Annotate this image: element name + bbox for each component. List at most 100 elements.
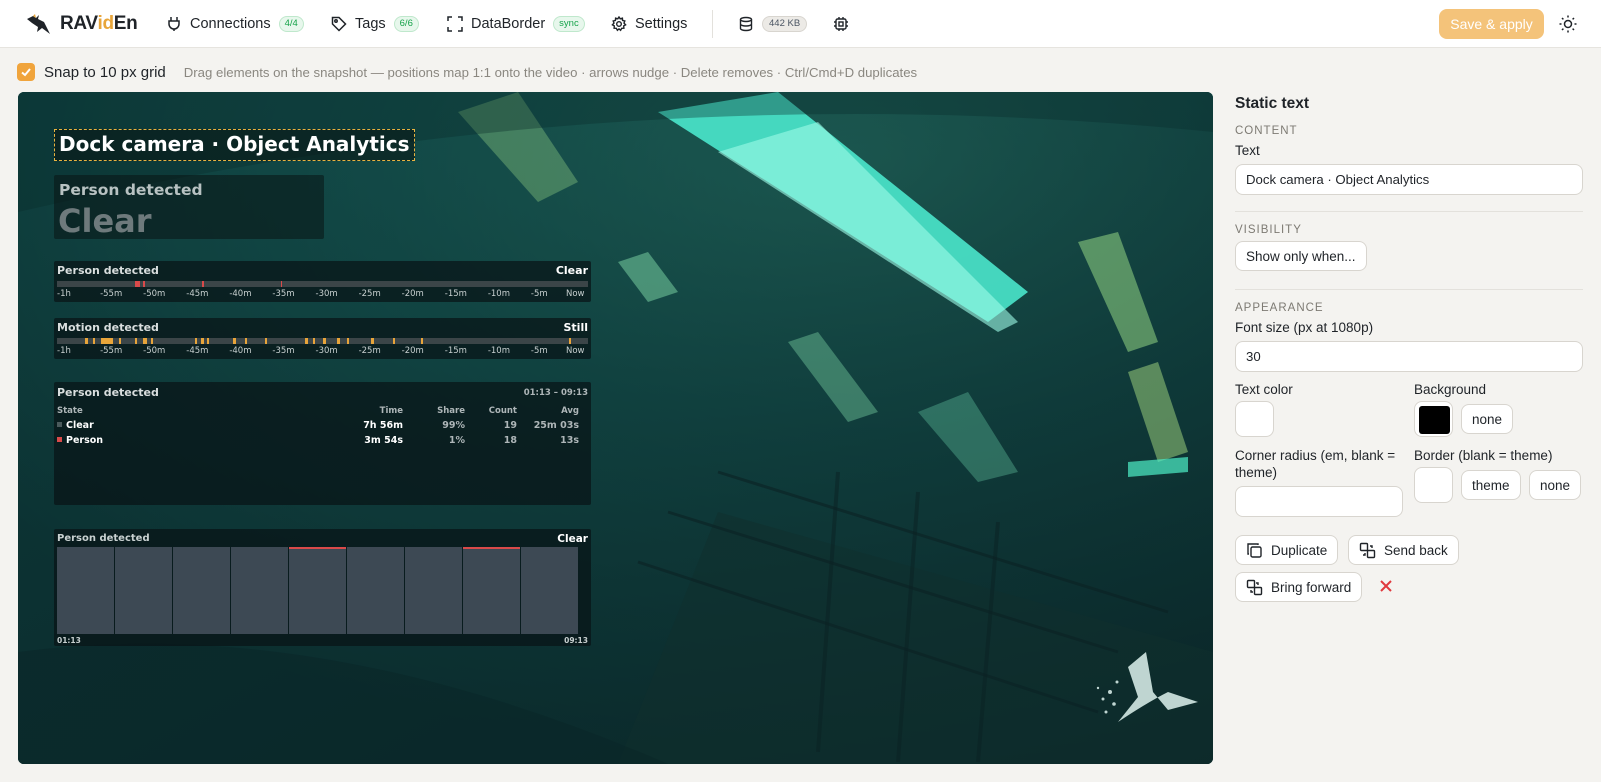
timeline-tick-label: -15m [444,289,467,299]
timeline-tick-label: -25m [358,346,381,356]
background-none-button[interactable]: none [1461,404,1514,434]
timeline-tick-label: -1h [57,289,71,299]
state-color-dot [57,422,62,427]
nav-connections[interactable]: Connections 4/4 [166,12,304,36]
stats-cell-count: 18 [503,435,517,446]
app-name: RAVidEn [60,13,138,34]
person-timeline-track [57,281,588,287]
overlay-title-text[interactable]: Dock camera · Object Analytics [54,129,415,161]
timeline-tick-label: -20m [401,289,424,299]
storage-indicator[interactable]: 442 KB [738,12,808,36]
timeline-tick-label: -1h [57,346,71,356]
motion-timeline-title: Motion detected [57,321,159,334]
person-timeline-state: Clear [555,264,588,277]
timeline-tick-label: -40m [229,346,252,356]
stats-table: State Time Share Count Avg Clear 7h 56m … [57,404,579,448]
visibility-section-label: VISIBILITY [1235,224,1302,236]
nav-settings[interactable]: Settings [611,12,687,36]
overlay-stats-table[interactable]: Person detected 01:13 – 09:13 State Time… [54,382,591,505]
send-back-icon [1359,542,1376,558]
stats-cell-avg: 13s [560,435,579,446]
bar-tile [57,547,114,634]
timeline-event-segment [305,338,308,344]
stats-cell-state: Person [57,433,207,448]
stats-cell-time: 3m 54s [364,435,403,446]
timeline-tick-label: -30m [315,346,338,356]
sun-icon[interactable] [1558,14,1578,34]
text-color-label: Text color [1235,382,1293,397]
databorder-badge: sync [553,16,585,32]
font-size-input[interactable]: 30 [1235,341,1583,372]
timeline-tick-label: -10m [487,346,510,356]
snap-label[interactable]: Snap to 10 px grid [44,64,166,81]
snap-hint: Drag elements on the snapshot — position… [183,64,918,80]
big-state-value: Clear [58,202,152,240]
brand[interactable]: RAVidEn [24,10,138,38]
border-none-button[interactable]: none [1529,470,1582,500]
background-color-swatch[interactable] [1414,401,1453,437]
bar-tile [115,547,172,634]
overlay-big-state[interactable]: Person detected Clear [54,175,324,240]
font-size-label: Font size (px at 1080p) [1235,320,1374,335]
text-color-swatch[interactable] [1235,401,1274,437]
show-only-when-button[interactable]: Show only when... [1235,241,1367,271]
delete-icon[interactable] [1378,578,1394,594]
timeline-event-segment [233,338,236,344]
overlay-person-timeline[interactable]: Person detected Clear -1h -55m -50m -45m -40… [54,261,591,302]
overlay-motion-timeline[interactable]: Motion detected Still -1h -55m -50m -45m -40… [54,318,591,359]
timeline-tick-label: Now [566,346,585,356]
timeline-tick-label: -5m [530,289,548,299]
bring-forward-button[interactable]: Bring forward [1235,572,1363,602]
stats-header: Time [379,406,403,416]
stats-header: Count [488,406,517,416]
timeline-event-segment [207,338,209,344]
stats-cell-avg: 25m 03s [533,420,579,431]
state-color-dot [57,437,62,442]
chip-button[interactable] [833,12,849,36]
timeline-event-segment [281,281,282,287]
gear-icon [611,16,627,32]
database-icon [739,16,753,32]
nav-tags[interactable]: Tags 6/6 [331,12,419,36]
stats-header: State [57,406,83,416]
bring-forward-icon [1246,579,1263,595]
stats-cell-state: Clear [57,418,207,433]
motion-timeline-track [57,338,588,344]
timeline-tick-label: -55m [100,289,123,299]
stats-title: Person detected [57,386,159,399]
timeline-tick-label: -35m [272,346,295,356]
timeline-event-segment [347,338,349,344]
timeline-event-segment [195,338,197,344]
timeline-tick-label: -40m [229,289,252,299]
motion-timeline-state: Still [563,321,589,334]
timeline-event-segment [569,338,571,344]
send-back-button[interactable]: Send back [1348,535,1459,565]
snap-checkbox[interactable] [17,63,35,81]
nav-divider [712,10,713,38]
overlay-bar-tiles[interactable]: Person detected Clear 01:13 09:13 [54,529,591,646]
stats-header-row: State Time Share Count Avg [57,404,579,418]
bars-end-label: 09:13 [564,636,588,645]
person-timeline-ticks: -1h -55m -50m -45m -40m -35m -30m -25m -20m -15m -… [57,289,588,301]
stats-cell-share: 99% [442,420,465,431]
bar-tile [231,547,288,634]
corner-radius-input[interactable] [1235,486,1403,517]
timeline-event-segment [245,338,247,344]
panel-title: Static text [1235,95,1310,112]
text-input[interactable]: Dock camera · Object Analytics [1235,164,1583,195]
video-snapshot[interactable]: Dock camera · Object Analytics Person de… [18,92,1213,764]
timeline-tick-label: -35m [272,289,295,299]
motion-timeline-ticks: -1h -55m -50m -45m -40m -35m -30m -25m -20m -15m -… [57,346,588,358]
timeline-event-segment [135,281,140,287]
bars-state: Clear [557,533,588,545]
nav-settings-label: Settings [635,16,688,32]
bring-forward-label: Bring forward [1271,579,1352,595]
send-back-label: Send back [1384,542,1448,558]
save-apply-button[interactable]: Save & apply [1439,9,1544,39]
text-label: Text [1235,143,1260,158]
border-color-swatch[interactable] [1414,467,1453,503]
storage-badge: 442 KB [762,16,808,32]
nav-databorder[interactable]: DataBorder sync [447,12,585,36]
border-theme-button[interactable]: theme [1461,470,1521,500]
duplicate-button[interactable]: Duplicate [1235,535,1339,565]
